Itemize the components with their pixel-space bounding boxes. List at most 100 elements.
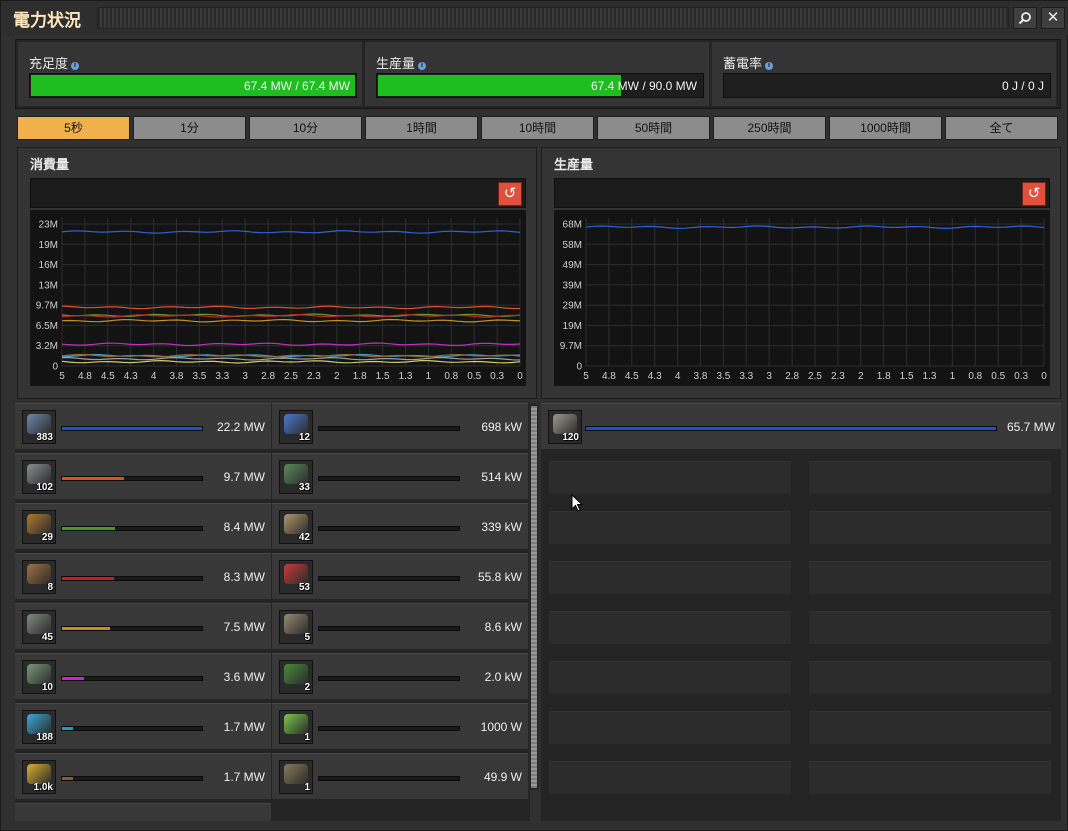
consumer-row[interactable]: 42 339 kW <box>272 503 528 549</box>
entity-count: 53 <box>298 582 310 593</box>
entity-glyph <box>27 464 51 484</box>
info-icon[interactable]: i <box>71 62 80 70</box>
power-stats: 充足度 i 67.4 MW / 67.4 MW 生産量 i 67.4 MW / 90… <box>15 39 1061 109</box>
consumer-row[interactable]: 102 9.7 MW <box>15 453 271 499</box>
usage-bar <box>585 426 997 431</box>
x-tick-label: 1.8 <box>877 371 891 382</box>
gears-machine-icon: 102 <box>22 460 56 494</box>
power-value: 3.6 MW <box>223 670 265 684</box>
consumer-row[interactable]: 188 1.7 MW <box>15 703 271 749</box>
title-bar[interactable]: 電力状況 ✕ <box>1 1 1068 35</box>
usage-bar <box>61 476 203 481</box>
tab-all[interactable]: 全て <box>945 116 1058 140</box>
production-value: 67.4 MW / 90.0 MW <box>590 79 697 93</box>
consumer-row[interactable]: 10 3.6 MW <box>15 653 271 699</box>
magnifier-icon <box>1018 12 1031 25</box>
scroll-thumb[interactable] <box>530 405 538 789</box>
power-value: 8.6 kW <box>484 620 522 634</box>
tab-10m[interactable]: 10分 <box>249 116 362 140</box>
combinator-icon: 2 <box>279 660 313 694</box>
entity-count: 1.0k <box>33 782 53 793</box>
consumer-row[interactable]: 33 514 kW <box>272 453 528 499</box>
furnace-robot-icon: 29 <box>22 510 56 544</box>
empty-slot <box>549 711 791 744</box>
x-tick-label: 2.3 <box>307 371 321 382</box>
consumer-row[interactable]: 5 8.6 kW <box>272 603 528 649</box>
stat-label: 生産量 <box>376 56 416 71</box>
consumer-list-scrollbar[interactable] <box>529 403 539 791</box>
entity-glyph <box>553 414 577 434</box>
search-button[interactable] <box>1013 7 1037 29</box>
tab-250h[interactable]: 250時間 <box>713 116 826 140</box>
x-tick-label: 1.5 <box>900 371 914 382</box>
consumer-row[interactable]: 29 8.4 MW <box>15 503 271 549</box>
consumer-row[interactable]: 2 2.0 kW <box>272 653 528 699</box>
x-tick-label: 3.5 <box>716 371 730 382</box>
radar-icon: 5 <box>279 610 313 644</box>
satisfaction-value: 67.4 MW / 67.4 MW <box>243 79 350 93</box>
info-icon[interactable]: i <box>765 62 774 70</box>
usage-bar <box>318 726 460 731</box>
empty-slot <box>549 461 791 494</box>
window-title: 電力状況 <box>13 11 81 30</box>
beacon-icon: 12 <box>279 410 313 444</box>
reset-button[interactable]: ↺ <box>498 182 522 206</box>
usage-bar <box>61 626 203 631</box>
time-range-tabs: 5秒 1分 10分 1時間 10時間 50時間 250時間 1000時間 全て <box>17 116 1061 140</box>
x-tick-label: 3.5 <box>192 371 206 382</box>
x-tick-label: 4.3 <box>648 371 662 382</box>
usage-fill <box>62 427 202 430</box>
power-value: 1.7 MW <box>223 770 265 784</box>
consumption-chart: 5 4.8 4.5 4.3 4 3.8 3.5 3.3 3 2.8 2.5 2.3 2 1.8 1.5 1.3… <box>30 210 526 386</box>
inserter-green-icon: 1 <box>279 710 313 744</box>
entity-glyph <box>284 464 308 484</box>
usage-bar <box>318 626 460 631</box>
x-tick-label: 0 <box>517 371 523 382</box>
consumer-row[interactable]: 12 698 kW <box>272 403 528 449</box>
usage-fill <box>62 477 124 480</box>
drag-handle[interactable] <box>97 7 1009 29</box>
entity-glyph <box>27 414 51 434</box>
power-value: 8.4 MW <box>223 520 265 534</box>
tab-5s[interactable]: 5秒 <box>17 116 130 140</box>
y-tick-label: 49M <box>563 260 582 271</box>
x-tick-label: 2.3 <box>831 371 845 382</box>
producer-list: 120 65.7 MW <box>541 403 1061 821</box>
close-button[interactable]: ✕ <box>1041 7 1065 29</box>
consumer-row[interactable]: 53 55.8 kW <box>272 553 528 599</box>
entity-count: 45 <box>41 632 53 643</box>
tab-1000h[interactable]: 1000時間 <box>829 116 942 140</box>
y-tick-label: 16M <box>39 260 58 271</box>
consumer-row[interactable]: 1 1000 W <box>272 703 528 749</box>
stat-satisfaction: 充足度 i 67.4 MW / 67.4 MW <box>18 42 362 106</box>
entity-count: 2 <box>304 682 310 693</box>
x-tick-label: 4.5 <box>101 371 115 382</box>
usage-bar <box>318 776 460 781</box>
consumer-row-partial[interactable] <box>15 803 271 821</box>
consumer-row[interactable]: 45 7.5 MW <box>15 603 271 649</box>
entity-count: 383 <box>36 432 53 443</box>
usage-fill <box>62 627 110 630</box>
x-tick-label: 3.3 <box>739 371 753 382</box>
tab-1m[interactable]: 1分 <box>133 116 246 140</box>
producer-row[interactable]: 120 65.7 MW <box>541 403 1061 449</box>
consumer-row[interactable]: 8 8.3 MW <box>15 553 271 599</box>
usage-bar <box>318 526 460 531</box>
consumer-row[interactable]: 1 49.9 W <box>272 753 528 799</box>
empty-slot <box>549 511 791 544</box>
chem-plant-icon: 10 <box>22 660 56 694</box>
entity-glyph <box>27 514 51 534</box>
consumer-row[interactable]: 383 22.2 MW <box>15 403 271 449</box>
tab-10h[interactable]: 10時間 <box>481 116 594 140</box>
x-tick-label: 3 <box>766 371 772 382</box>
production-chart-toolbar: ↺ <box>554 178 1050 208</box>
tab-50h[interactable]: 50時間 <box>597 116 710 140</box>
reset-button[interactable]: ↺ <box>1022 182 1046 206</box>
inserter-red-icon: 53 <box>279 560 313 594</box>
usage-fill <box>62 577 114 580</box>
entity-count: 188 <box>36 732 53 743</box>
tab-1h[interactable]: 1時間 <box>365 116 478 140</box>
usage-bar <box>61 776 203 781</box>
consumer-row[interactable]: 1.0k 1.7 MW <box>15 753 271 799</box>
info-icon[interactable]: i <box>418 62 427 70</box>
